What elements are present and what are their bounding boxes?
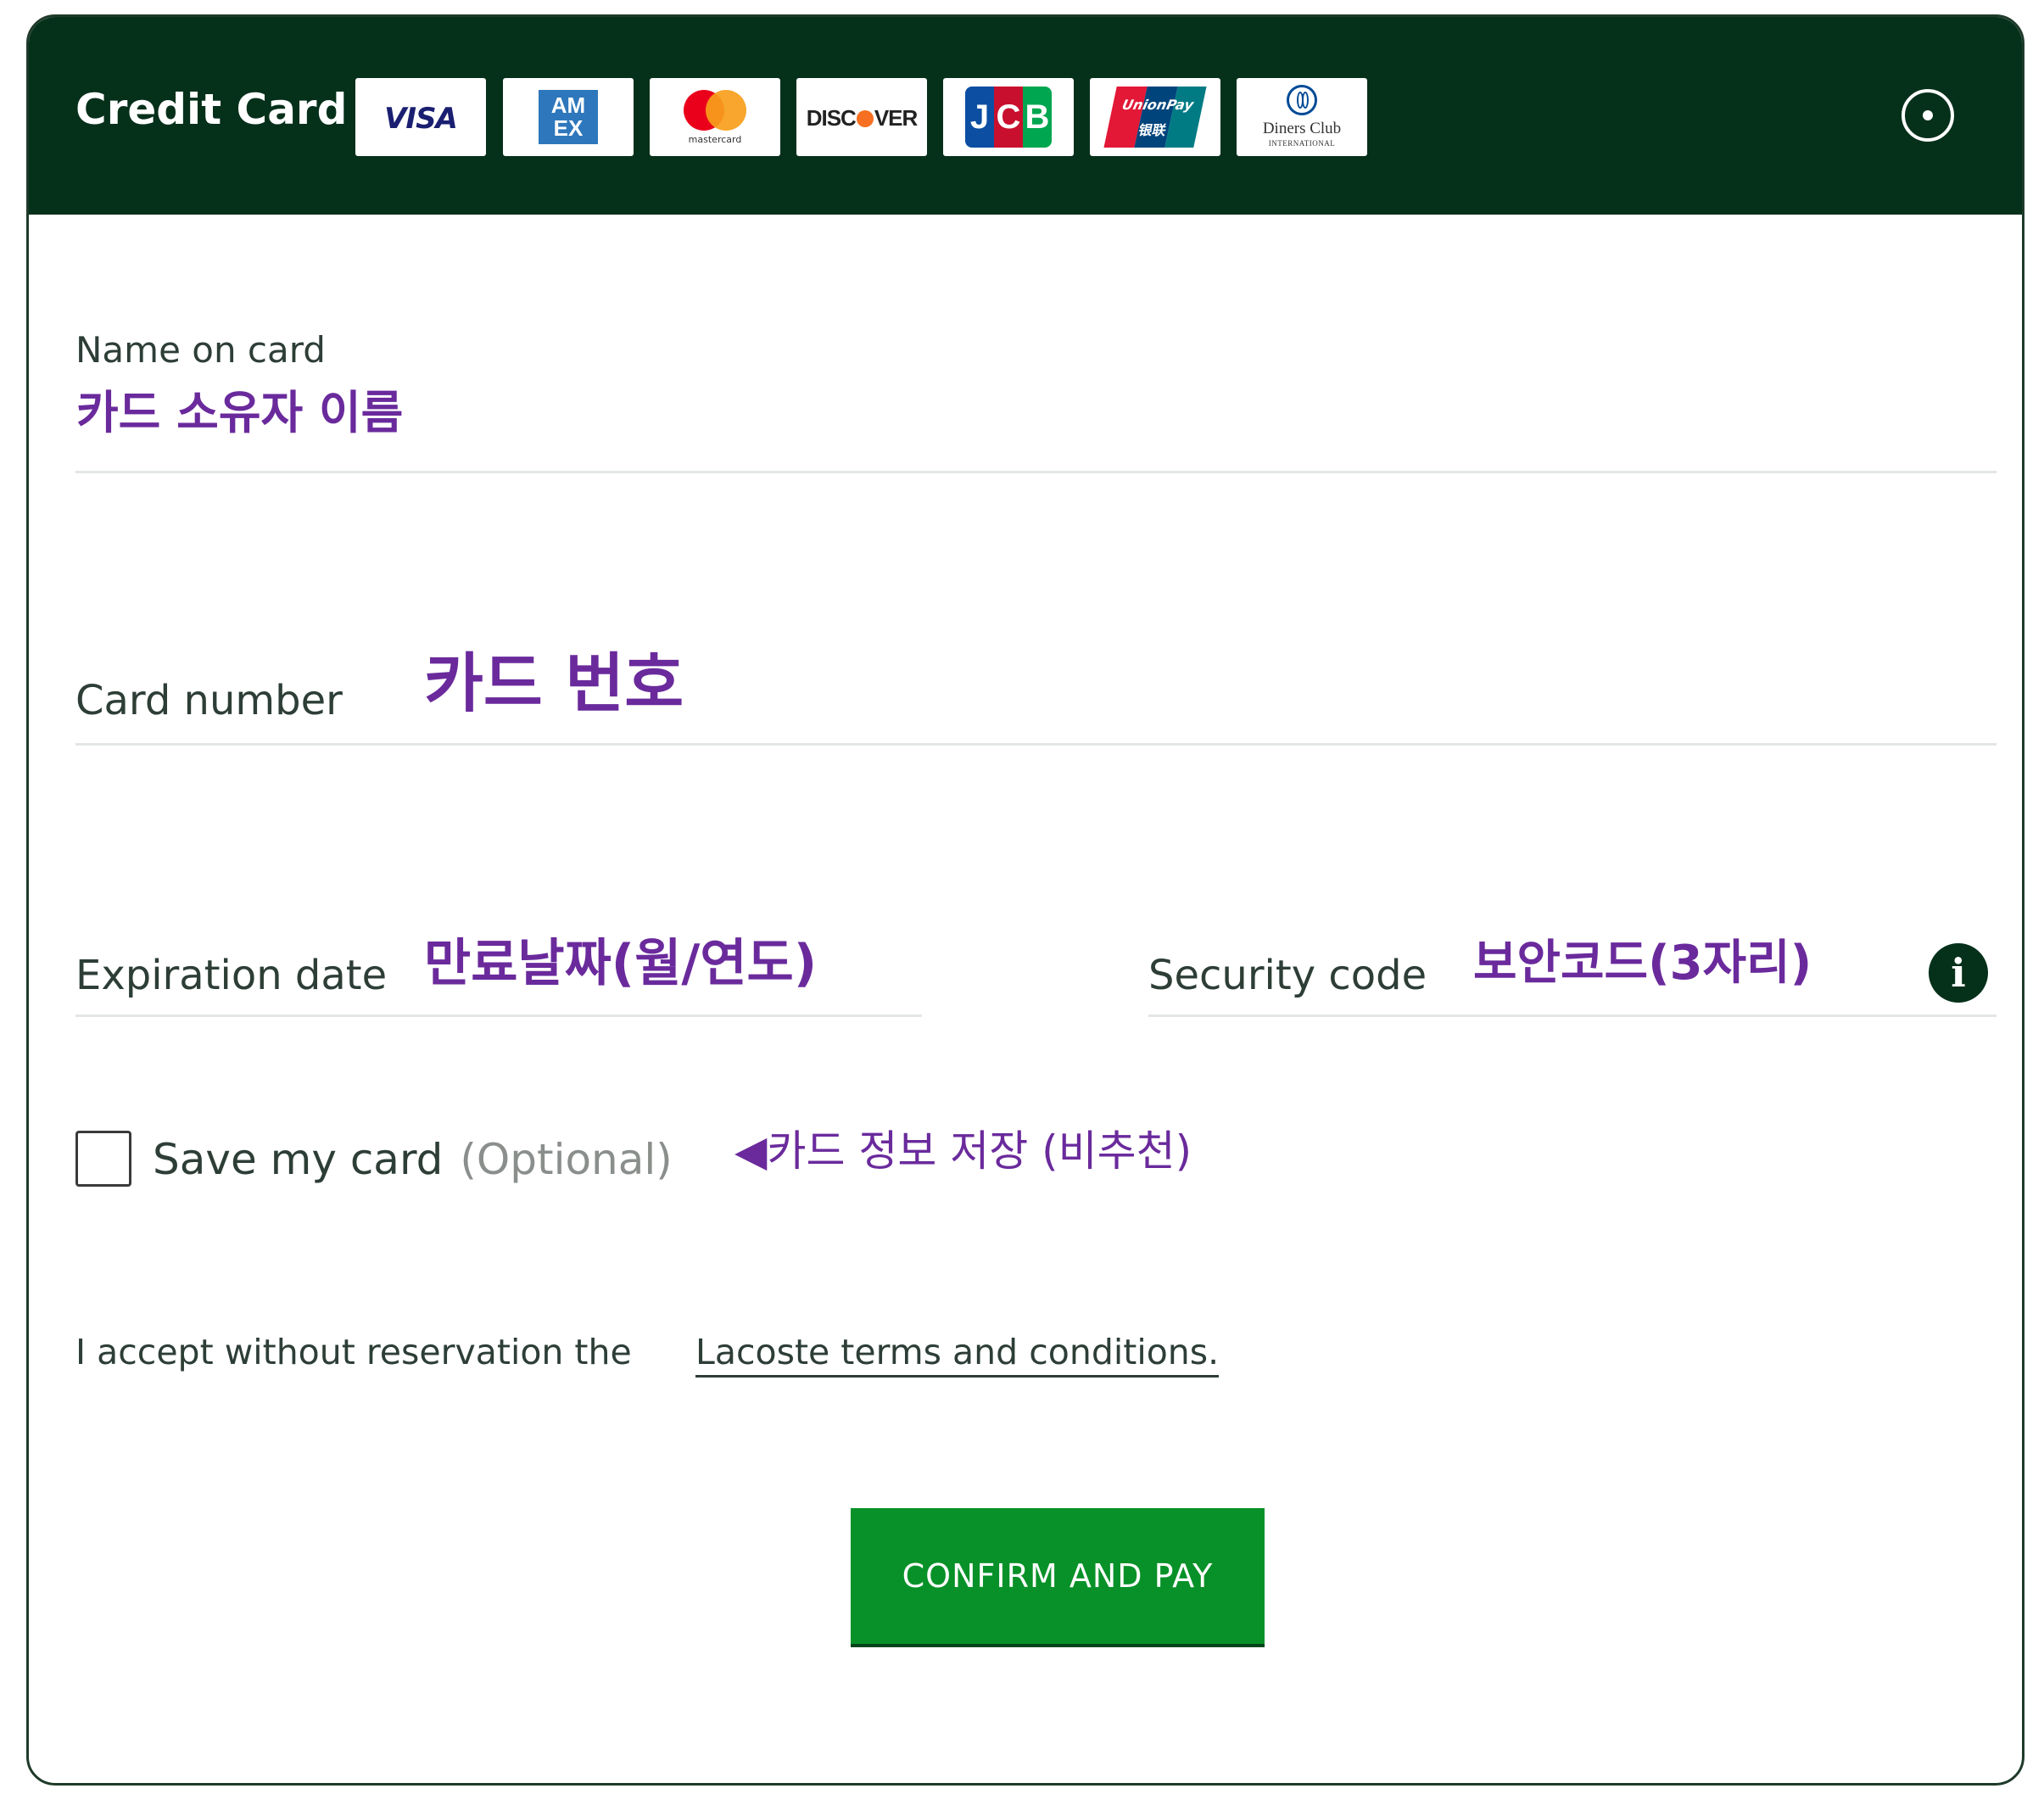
jcb-letter-b: B <box>1023 87 1052 148</box>
unionpay-logo-subtext: 银联 <box>1136 122 1168 138</box>
discover-orange-dot <box>856 110 874 127</box>
security-code-underline <box>1148 1014 1997 1017</box>
amex-logo-text-top: AM <box>550 92 586 118</box>
expiration-date-label: Expiration date <box>75 952 388 999</box>
credit-card-panel: Credit Card VISA AM EX mastercard DISC VE… <box>26 14 2024 1786</box>
save-card-checkbox[interactable] <box>75 1131 131 1187</box>
mastercard-logo: mastercard <box>650 78 780 156</box>
card-number-input[interactable] <box>75 645 1997 763</box>
card-number-annotation: 카드 번호 <box>424 646 684 721</box>
card-number-label: Card number <box>75 677 343 724</box>
expiration-date-underline <box>75 1014 922 1017</box>
name-on-card-annotation: 카드 소유자 이름 <box>76 386 404 439</box>
discover-logo: DISC VER <box>796 78 927 156</box>
name-on-card-underline <box>75 471 1997 473</box>
jcb-letter-j: J <box>965 87 994 148</box>
terms-text: I accept without reservation the <box>75 1332 632 1372</box>
terms-and-conditions-link[interactable]: Lacoste terms and conditions. <box>695 1335 1220 1378</box>
confirm-and-pay-button[interactable]: CONFIRM AND PAY <box>851 1508 1265 1647</box>
save-card-label[interactable]: Save my card (Optional) <box>153 1138 673 1181</box>
mastercard-orange-circle <box>706 90 746 131</box>
amex-logo: AM EX <box>503 78 634 156</box>
visa-logo: VISA <box>355 78 486 156</box>
visa-logo-text: VISA <box>384 102 458 136</box>
diners-club-logo-subtext: INTERNATIONAL <box>1268 139 1336 148</box>
jcb-letter-c: C <box>994 87 1023 148</box>
security-code-annotation: 보안코드(3자리) <box>1473 936 1812 991</box>
payment-method-header[interactable]: Credit Card VISA AM EX mastercard DISC VE… <box>29 17 2022 215</box>
amex-logo-text-bottom: EX <box>553 115 584 141</box>
diners-club-logo: Diners Club INTERNATIONAL <box>1237 78 1367 156</box>
unionpay-badge: UnionPay 银联 <box>1103 87 1207 148</box>
save-card-annotation: ◀카드 정보 저장 (비추천) <box>734 1126 1192 1176</box>
diners-club-emblem <box>1287 85 1317 115</box>
payment-method-title: Credit Card <box>75 85 348 134</box>
unionpay-logo-text: UnionPay <box>1120 97 1195 113</box>
radio-selected-icon[interactable] <box>1902 89 1954 142</box>
card-number-underline <box>75 743 1997 746</box>
save-card-label-text: Save my card <box>153 1135 444 1184</box>
discover-text-end: VER <box>874 105 918 131</box>
diners-club-logo-text: Diners Club <box>1262 120 1342 137</box>
discover-logo-text: DISC VER <box>796 105 927 131</box>
diners-club-emblem-right <box>1302 92 1309 109</box>
amex-badge: AM EX <box>539 90 598 144</box>
save-card-optional: (Optional) <box>460 1135 673 1184</box>
name-on-card-label: Name on card <box>75 329 326 371</box>
unionpay-logo: UnionPay 银联 <box>1090 78 1220 156</box>
mastercard-caption: mastercard <box>688 134 742 145</box>
security-code-label: Security code <box>1148 952 1427 999</box>
expiration-date-annotation: 만료날짜(월/연도) <box>424 934 818 993</box>
jcb-logo: J C B <box>943 78 1074 156</box>
info-icon[interactable]: i <box>1929 943 1988 1003</box>
discover-text-start: DISC <box>806 105 857 131</box>
